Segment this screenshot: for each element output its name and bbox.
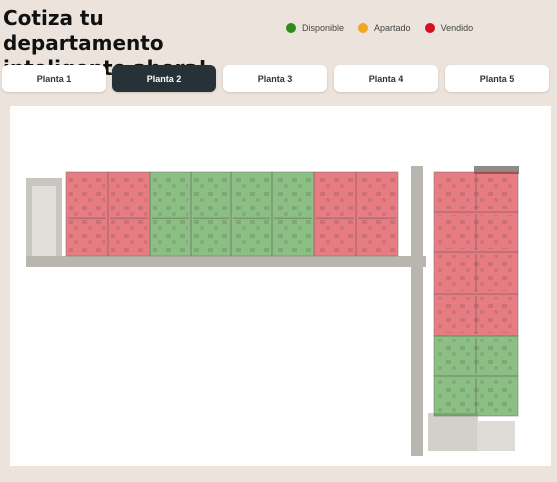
unit-furniture — [234, 175, 269, 253]
unit-top-3[interactable] — [149, 171, 192, 257]
vendido-dot-icon — [424, 23, 435, 33]
disponible-dot-icon — [286, 23, 296, 33]
unit-furniture — [194, 175, 228, 253]
tab-planta-1[interactable]: Planta 1 — [2, 65, 106, 92]
tab-planta-3[interactable]: Planta 3 — [223, 65, 327, 92]
unit-furniture — [317, 175, 353, 253]
tab-planta-2[interactable]: Planta 2 — [112, 65, 216, 92]
legend-label: Apartado — [374, 23, 411, 33]
floor-plan — [10, 106, 551, 466]
apartado-dot-icon — [358, 23, 369, 33]
unit-top-4[interactable] — [190, 171, 232, 257]
floor-plan-drawing — [26, 166, 519, 456]
legend-label: Vendido — [440, 23, 474, 33]
legend-item-apartado: Apartado — [358, 23, 411, 33]
unit-top-8[interactable] — [355, 171, 399, 257]
unit-furniture — [69, 175, 105, 253]
legend: Disponible Apartado Vendido — [286, 23, 487, 33]
unit-right-1[interactable] — [433, 171, 519, 213]
unit-top-5[interactable] — [230, 171, 273, 257]
unit-top-1[interactable] — [65, 171, 109, 257]
legend-item-disponible: Disponible — [286, 23, 344, 33]
unit-furniture — [153, 175, 188, 253]
units-layer — [65, 171, 519, 417]
unit-right-5[interactable] — [433, 335, 519, 377]
unit-right-4[interactable] — [433, 293, 519, 337]
unit-right-3[interactable] — [433, 251, 519, 295]
tab-planta-4[interactable]: Planta 4 — [334, 65, 438, 92]
unit-top-7[interactable] — [313, 171, 357, 257]
unit-furniture — [359, 175, 395, 253]
tab-planta-5[interactable]: Planta 5 — [445, 65, 549, 92]
unit-right-2[interactable] — [433, 211, 519, 253]
legend-label: Disponible — [302, 23, 345, 33]
unit-furniture — [111, 175, 147, 253]
floor-tabs: Planta 1 Planta 2 Planta 3 Planta 4 Plan… — [0, 65, 557, 92]
unit-right-6[interactable] — [433, 375, 519, 417]
unit-top-6[interactable] — [271, 171, 315, 257]
unit-furniture — [275, 175, 311, 253]
unit-top-2[interactable] — [107, 171, 151, 257]
legend-item-vendido: Vendido — [424, 23, 474, 33]
